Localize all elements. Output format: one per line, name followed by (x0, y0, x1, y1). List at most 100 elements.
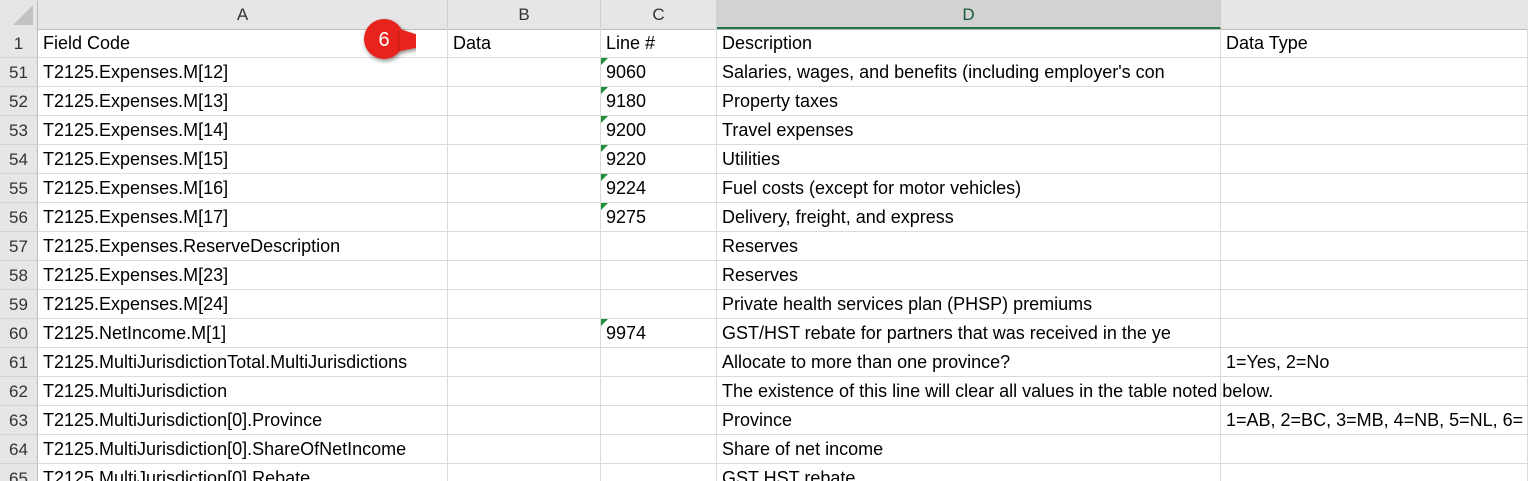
column-header-c[interactable]: C (601, 0, 717, 29)
cell-e[interactable]: Data Type (1221, 29, 1528, 58)
select-all-button[interactable] (0, 0, 38, 29)
cell-a[interactable]: T2125.NetIncome.M[1] (38, 319, 448, 348)
cell-b[interactable] (448, 232, 601, 261)
cell-c[interactable] (601, 435, 717, 464)
cell-c[interactable] (601, 261, 717, 290)
cell-e[interactable]: 1=AB, 2=BC, 3=MB, 4=NB, 5=NL, 6= (1221, 406, 1528, 435)
cell-c[interactable]: 9275 (601, 203, 717, 232)
cell-a[interactable]: T2125.MultiJurisdiction[0].ShareOfNetInc… (38, 435, 448, 464)
row-header[interactable]: 63 (0, 406, 38, 435)
cell-c[interactable]: 9060 (601, 58, 717, 87)
cell-b[interactable] (448, 319, 601, 348)
row-header[interactable]: 59 (0, 290, 38, 319)
row-header[interactable]: 64 (0, 435, 38, 464)
cell-e[interactable] (1221, 464, 1528, 481)
cell-d[interactable]: Property taxes (717, 87, 1221, 116)
row-header[interactable]: 60 (0, 319, 38, 348)
cell-e[interactable] (1221, 203, 1528, 232)
cell-d[interactable]: Reserves (717, 232, 1221, 261)
cell-d[interactable]: GST HST rebate (717, 464, 1221, 481)
cell-a[interactable]: T2125.MultiJurisdiction[0].Province (38, 406, 448, 435)
cell-e[interactable] (1221, 116, 1528, 145)
cell-a[interactable]: T2125.Expenses.M[23] (38, 261, 448, 290)
cell-d[interactable]: Reserves (717, 261, 1221, 290)
row-header[interactable]: 62 (0, 377, 38, 406)
cell-e[interactable] (1221, 87, 1528, 116)
row-header[interactable]: 58 (0, 261, 38, 290)
row-header[interactable]: 53 (0, 116, 38, 145)
cell-b[interactable] (448, 435, 601, 464)
row-header[interactable]: 65 (0, 464, 38, 481)
cell-a[interactable]: T2125.MultiJurisdiction (38, 377, 448, 406)
cell-b[interactable] (448, 464, 601, 481)
row-header[interactable]: 52 (0, 87, 38, 116)
cell-c[interactable] (601, 464, 717, 481)
cell-a[interactable]: T2125.Expenses.M[17] (38, 203, 448, 232)
cell-b[interactable] (448, 58, 601, 87)
cell-c[interactable]: 9180 (601, 87, 717, 116)
cell-c[interactable]: 9974 (601, 319, 717, 348)
cell-b[interactable] (448, 174, 601, 203)
row-header[interactable]: 51 (0, 58, 38, 87)
cell-b[interactable]: Data (448, 29, 601, 58)
cell-a[interactable]: T2125.MultiJurisdiction[0].Rebate (38, 464, 448, 481)
cell-d[interactable]: The existence of this line will clear al… (717, 377, 1273, 406)
cell-d[interactable]: Delivery, freight, and express (717, 203, 1221, 232)
cell-b[interactable] (448, 348, 601, 377)
cell-b[interactable] (448, 116, 601, 145)
row-header[interactable]: 57 (0, 232, 38, 261)
cell-b[interactable] (448, 261, 601, 290)
row-header[interactable]: 54 (0, 145, 38, 174)
cell-d[interactable]: Salaries, wages, and benefits (including… (717, 58, 1221, 87)
cell-b[interactable] (448, 145, 601, 174)
cell-e[interactable] (1221, 261, 1528, 290)
cell-c[interactable] (601, 406, 717, 435)
column-header-b[interactable]: B (448, 0, 601, 29)
cell-b[interactable] (448, 87, 601, 116)
row-header[interactable]: 1 (0, 29, 38, 58)
cell-e[interactable] (1221, 290, 1528, 319)
cell-c[interactable]: 9220 (601, 145, 717, 174)
cell-d[interactable]: Allocate to more than one province? (717, 348, 1221, 377)
cell-e[interactable] (1221, 319, 1528, 348)
cell-d[interactable]: GST/HST rebate for partners that was rec… (717, 319, 1221, 348)
cell-e[interactable] (1221, 435, 1528, 464)
cell-e[interactable] (1221, 232, 1528, 261)
cell-d[interactable]: Utilities (717, 145, 1221, 174)
cell-d[interactable]: Share of net income (717, 435, 1221, 464)
cell-d[interactable]: Description (717, 29, 1221, 58)
cell-e[interactable] (1221, 145, 1528, 174)
cell-d[interactable]: Private health services plan (PHSP) prem… (717, 290, 1221, 319)
cell-e[interactable]: 1=Yes, 2=No (1221, 348, 1528, 377)
column-header-row: A B C D (0, 0, 1528, 30)
cell-a[interactable]: T2125.Expenses.M[13] (38, 87, 448, 116)
cell-a[interactable]: T2125.MultiJurisdictionTotal.MultiJurisd… (38, 348, 448, 377)
cell-a[interactable]: T2125.Expenses.ReserveDescription (38, 232, 448, 261)
cell-e[interactable] (1221, 58, 1528, 87)
cell-b[interactable] (448, 406, 601, 435)
cell-a[interactable]: T2125.Expenses.M[24] (38, 290, 448, 319)
table-row: 65 T2125.MultiJurisdiction[0].Rebate GST H… (0, 464, 1528, 481)
cell-e[interactable] (1221, 377, 1528, 406)
cell-b[interactable] (448, 203, 601, 232)
cell-c[interactable] (601, 348, 717, 377)
cell-d[interactable]: Fuel costs (except for motor vehicles) (717, 174, 1221, 203)
cell-a[interactable]: T2125.Expenses.M[16] (38, 174, 448, 203)
row-header[interactable]: 56 (0, 203, 38, 232)
cell-c[interactable]: 9224 (601, 174, 717, 203)
cell-c[interactable] (601, 377, 717, 406)
cell-c[interactable] (601, 232, 717, 261)
row-header[interactable]: 61 (0, 348, 38, 377)
cell-d[interactable]: Province (717, 406, 1221, 435)
cell-c[interactable] (601, 290, 717, 319)
cell-a[interactable]: T2125.Expenses.M[14] (38, 116, 448, 145)
cell-c[interactable]: 9200 (601, 116, 717, 145)
cell-a[interactable]: T2125.Expenses.M[15] (38, 145, 448, 174)
row-header[interactable]: 55 (0, 174, 38, 203)
cell-b[interactable] (448, 377, 601, 406)
cell-c[interactable]: Line # (601, 29, 717, 58)
cell-b[interactable] (448, 290, 601, 319)
column-header-d[interactable]: D (717, 0, 1221, 29)
cell-e[interactable] (1221, 174, 1528, 203)
cell-d[interactable]: Travel expenses (717, 116, 1221, 145)
